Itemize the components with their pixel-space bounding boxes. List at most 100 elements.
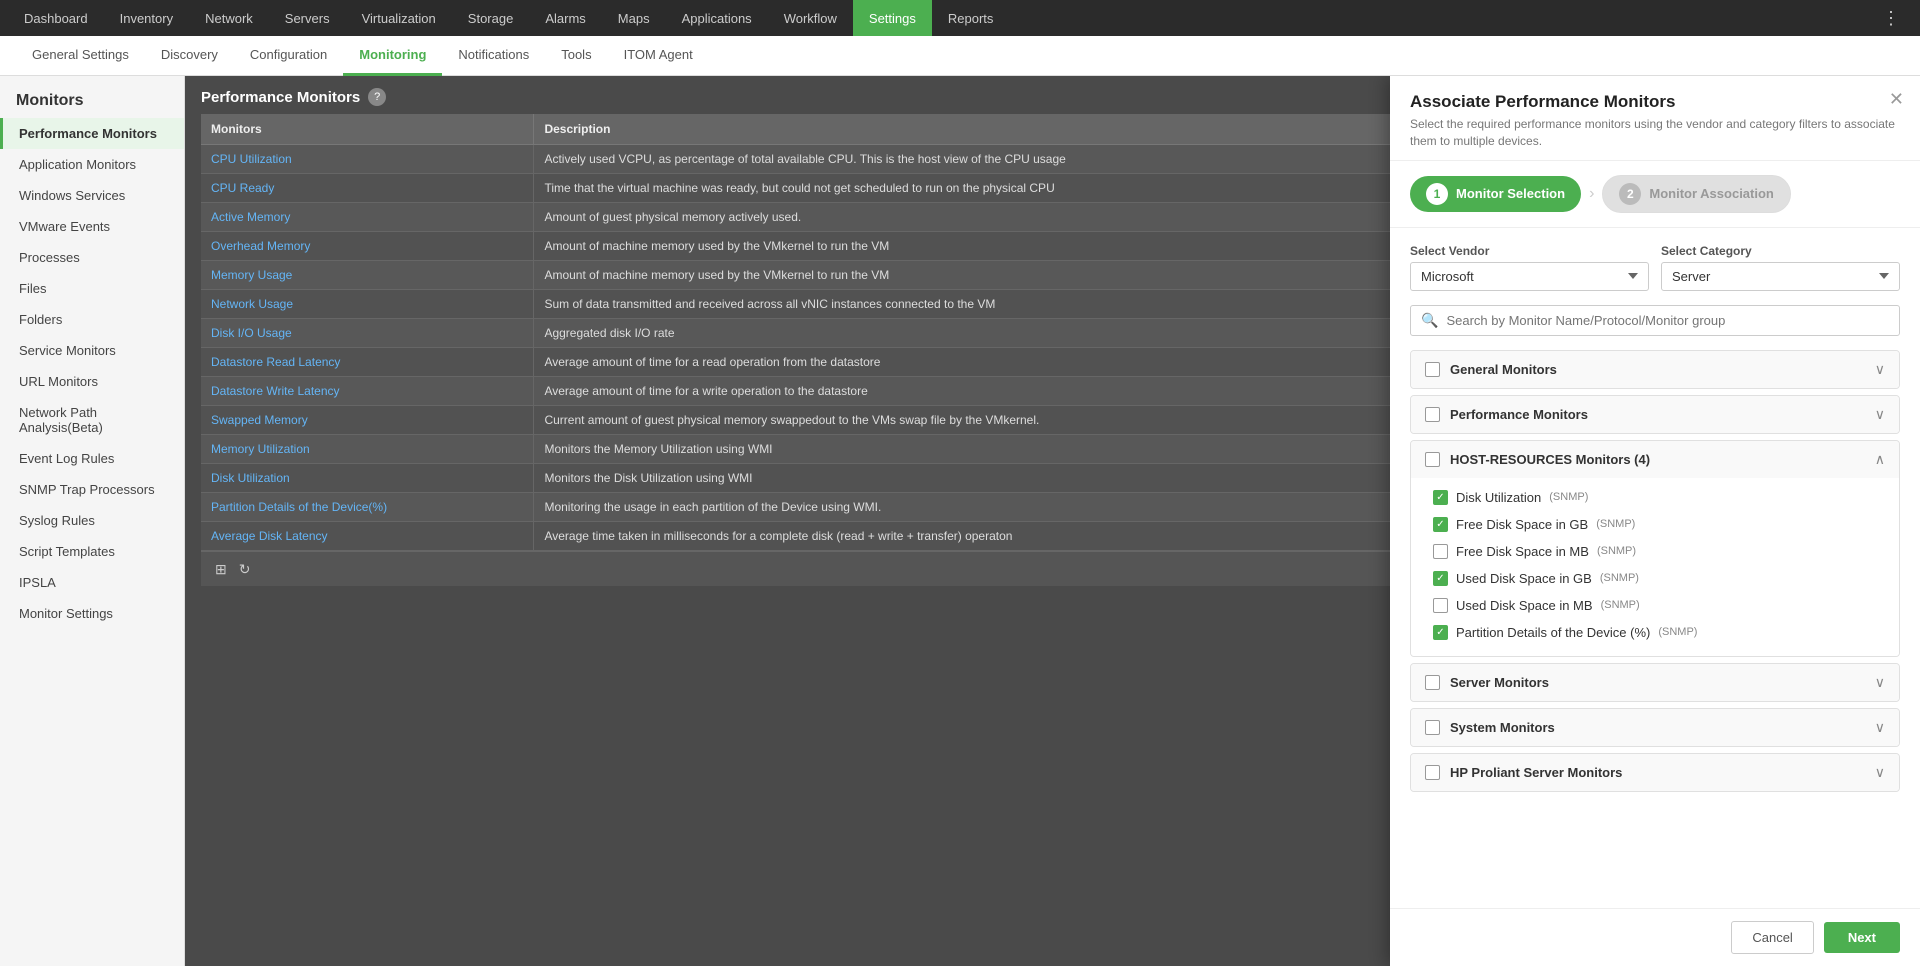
- sidebar: Monitors Performance Monitors Applicatio…: [0, 76, 185, 966]
- cell-monitor[interactable]: Overhead Memory: [201, 232, 534, 261]
- group-general-monitors-header[interactable]: General Monitors ∨: [1411, 351, 1899, 388]
- nav-inventory[interactable]: Inventory: [104, 0, 189, 36]
- panel-subtitle: Select the required performance monitors…: [1410, 116, 1900, 150]
- cell-monitor[interactable]: CPU Utilization: [201, 145, 534, 174]
- group-host-resources-monitors: HOST-RESOURCES Monitors (4) ∧ ✓ Disk Uti…: [1410, 440, 1900, 657]
- cell-description: Amount of machine memory used by the VMk…: [534, 232, 1453, 261]
- cell-monitor[interactable]: Swapped Memory: [201, 406, 534, 435]
- sidebar-item-script-templates[interactable]: Script Templates: [0, 536, 184, 567]
- cell-monitor[interactable]: Active Memory: [201, 203, 534, 232]
- cell-monitor[interactable]: Partition Details of the Device(%): [201, 493, 534, 522]
- sidebar-item-processes[interactable]: Processes: [0, 242, 184, 273]
- next-button[interactable]: Next: [1824, 922, 1900, 953]
- nav-applications[interactable]: Applications: [666, 0, 768, 36]
- nav-workflow[interactable]: Workflow: [768, 0, 853, 36]
- search-icon: 🔍: [1421, 312, 1438, 329]
- main-layout: Monitors Performance Monitors Applicatio…: [0, 76, 1920, 966]
- sidebar-item-files[interactable]: Files: [0, 273, 184, 304]
- sidebar-item-performance-monitors[interactable]: Performance Monitors: [0, 118, 184, 149]
- sidebar-item-network-path[interactable]: Network Path Analysis(Beta): [0, 397, 184, 443]
- cell-monitor[interactable]: Memory Utilization: [201, 435, 534, 464]
- category-label: Select Category: [1661, 244, 1900, 258]
- cb-partition-details[interactable]: ✓: [1433, 625, 1448, 640]
- group-system-monitors-checkbox[interactable]: [1425, 720, 1440, 735]
- cell-monitor[interactable]: Datastore Write Latency: [201, 377, 534, 406]
- cell-monitor[interactable]: Disk Utilization: [201, 464, 534, 493]
- nav-reports[interactable]: Reports: [932, 0, 1010, 36]
- group-performance-monitors-header[interactable]: Performance Monitors ∨: [1411, 396, 1899, 433]
- group-general-monitors-title: General Monitors: [1450, 362, 1865, 377]
- cancel-button[interactable]: Cancel: [1731, 921, 1813, 954]
- group-host-resources-checkbox[interactable]: [1425, 452, 1440, 467]
- cell-description: Monitors the Disk Utilization using WMI: [534, 464, 1453, 493]
- category-select[interactable]: Server Network Storage: [1661, 262, 1900, 291]
- group-performance-monitors-checkbox[interactable]: [1425, 407, 1440, 422]
- cell-monitor[interactable]: Disk I/O Usage: [201, 319, 534, 348]
- step-1-monitor-selection[interactable]: 1 Monitor Selection: [1410, 176, 1581, 212]
- panel-close-button[interactable]: ✕: [1889, 90, 1904, 108]
- vendor-select[interactable]: Microsoft VMware Cisco: [1410, 262, 1649, 291]
- cb-free-disk-mb[interactable]: [1433, 544, 1448, 559]
- subnav-monitoring[interactable]: Monitoring: [343, 36, 442, 76]
- refresh-icon[interactable]: ↻: [235, 559, 255, 580]
- help-icon[interactable]: ?: [368, 88, 386, 106]
- group-system-monitors-header[interactable]: System Monitors ∨: [1411, 709, 1899, 746]
- nav-servers[interactable]: Servers: [269, 0, 346, 36]
- sidebar-item-service-monitors[interactable]: Service Monitors: [0, 335, 184, 366]
- group-server-monitors-checkbox[interactable]: [1425, 675, 1440, 690]
- sidebar-item-folders[interactable]: Folders: [0, 304, 184, 335]
- monitor-item-used-disk-gb: ✓ Used Disk Space in GB (SNMP): [1425, 565, 1885, 592]
- more-menu-button[interactable]: ⋮: [1870, 8, 1912, 29]
- sidebar-item-url-monitors[interactable]: URL Monitors: [0, 366, 184, 397]
- group-general-monitors: General Monitors ∨: [1410, 350, 1900, 389]
- step-2-number: 2: [1619, 183, 1641, 205]
- group-hp-proliant-monitors-header[interactable]: HP Proliant Server Monitors ∨: [1411, 754, 1899, 791]
- sidebar-item-vmware-events[interactable]: VMware Events: [0, 211, 184, 242]
- nav-maps[interactable]: Maps: [602, 0, 666, 36]
- step-2-monitor-association[interactable]: 2 Monitor Association: [1602, 175, 1790, 213]
- cell-monitor[interactable]: Network Usage: [201, 290, 534, 319]
- nav-settings[interactable]: Settings: [853, 0, 932, 36]
- vendor-label: Select Vendor: [1410, 244, 1649, 258]
- pagination-left-icons: ⊞ ↻: [211, 559, 254, 580]
- sidebar-item-monitor-settings[interactable]: Monitor Settings: [0, 598, 184, 629]
- monitor-search-input[interactable]: [1446, 313, 1889, 328]
- group-general-monitors-checkbox[interactable]: [1425, 362, 1440, 377]
- nav-virtualization[interactable]: Virtualization: [346, 0, 452, 36]
- sidebar-item-snmp-trap[interactable]: SNMP Trap Processors: [0, 474, 184, 505]
- cell-monitor[interactable]: Datastore Read Latency: [201, 348, 534, 377]
- sidebar-item-windows-services[interactable]: Windows Services: [0, 180, 184, 211]
- step-2-label: Monitor Association: [1649, 186, 1773, 201]
- group-host-resources-monitors-header[interactable]: HOST-RESOURCES Monitors (4) ∧: [1411, 441, 1899, 478]
- cb-free-disk-gb[interactable]: ✓: [1433, 517, 1448, 532]
- sidebar-item-syslog-rules[interactable]: Syslog Rules: [0, 505, 184, 536]
- sidebar-item-ipsla[interactable]: IPSLA: [0, 567, 184, 598]
- nav-alarms[interactable]: Alarms: [529, 0, 601, 36]
- monitor-item-partition-details: ✓ Partition Details of the Device (%) (S…: [1425, 619, 1885, 646]
- nav-storage[interactable]: Storage: [452, 0, 530, 36]
- subnav-notifications[interactable]: Notifications: [442, 36, 545, 76]
- sidebar-item-application-monitors[interactable]: Application Monitors: [0, 149, 184, 180]
- nav-dashboard[interactable]: Dashboard: [8, 0, 104, 36]
- cell-monitor[interactable]: Memory Usage: [201, 261, 534, 290]
- group-host-resources-body: ✓ Disk Utilization (SNMP) ✓ Free Disk Sp…: [1411, 478, 1899, 656]
- cb-disk-utilization[interactable]: ✓: [1433, 490, 1448, 505]
- cb-used-disk-mb[interactable]: [1433, 598, 1448, 613]
- nav-network[interactable]: Network: [189, 0, 269, 36]
- subnav-configuration[interactable]: Configuration: [234, 36, 343, 76]
- group-hp-proliant-checkbox[interactable]: [1425, 765, 1440, 780]
- subnav-itom-agent[interactable]: ITOM Agent: [608, 36, 709, 76]
- panel-footer: Cancel Next: [1390, 908, 1920, 966]
- subnav-discovery[interactable]: Discovery: [145, 36, 234, 76]
- cell-monitor[interactable]: CPU Ready: [201, 174, 534, 203]
- group-host-resources-arrow: ∧: [1875, 451, 1885, 468]
- export-icon[interactable]: ⊞: [211, 559, 231, 580]
- sidebar-item-event-log-rules[interactable]: Event Log Rules: [0, 443, 184, 474]
- group-hp-proliant-title: HP Proliant Server Monitors: [1450, 765, 1865, 780]
- subnav-tools[interactable]: Tools: [545, 36, 607, 76]
- cell-description: Amount of guest physical memory actively…: [534, 203, 1453, 232]
- group-server-monitors-header[interactable]: Server Monitors ∨: [1411, 664, 1899, 701]
- subnav-general-settings[interactable]: General Settings: [16, 36, 145, 76]
- cb-used-disk-gb[interactable]: ✓: [1433, 571, 1448, 586]
- cell-monitor[interactable]: Average Disk Latency: [201, 522, 534, 551]
